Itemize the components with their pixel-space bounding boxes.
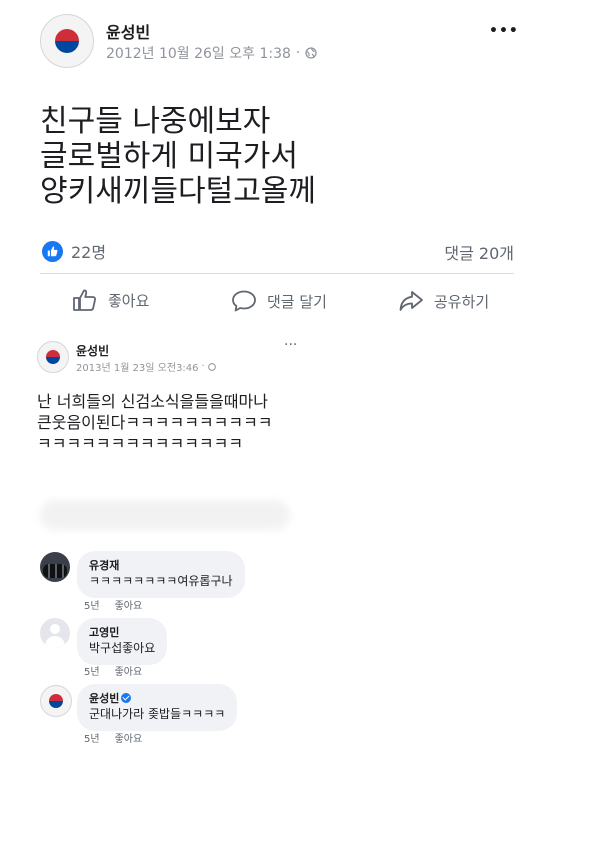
separator-dot: · bbox=[201, 361, 205, 372]
default-avatar-icon bbox=[50, 624, 60, 634]
comment-avatar[interactable] bbox=[40, 618, 70, 648]
separator-dot: · bbox=[295, 45, 301, 61]
post2-text-line: 난 너희들의 신검소식을들을때마나 bbox=[37, 392, 268, 411]
comment-like-link[interactable]: 좋아요 bbox=[115, 597, 143, 612]
globe-icon bbox=[305, 47, 318, 59]
post1-timestamp-row: 2012년 10월 26일 오후 1:38 · bbox=[106, 43, 318, 63]
post1-text-line: 글로벌하게 미국가서 bbox=[40, 139, 298, 174]
default-avatar-body bbox=[45, 636, 65, 648]
comment-bubble-icon bbox=[232, 290, 256, 312]
comment-like-link[interactable]: 좋아요 bbox=[115, 663, 143, 678]
share-button[interactable]: 공유하기 bbox=[398, 289, 489, 313]
korean-flag-icon bbox=[49, 694, 63, 708]
comment-time[interactable]: 5년 bbox=[84, 597, 100, 612]
comment-avatar[interactable] bbox=[40, 552, 70, 582]
like-reaction-icon bbox=[42, 240, 63, 262]
reactions-count: 22명 bbox=[71, 243, 107, 262]
post2-more-options-icon[interactable]: ··· bbox=[284, 337, 297, 353]
comment-meta: 5년 좋아요 bbox=[84, 730, 142, 745]
like-button[interactable]: 좋아요 bbox=[72, 288, 149, 312]
comment-author[interactable]: 유경재 bbox=[89, 558, 233, 573]
comment-text: 박구섭좋아요 bbox=[89, 641, 156, 655]
post2-text-line: 큰웃음이된다ㅋㅋㅋㅋㅋㅋㅋㅋㅋㅋ bbox=[37, 413, 273, 432]
comment-text: ㅋㅋㅋㅋㅋㅋㅋㅋ여유롭구나 bbox=[89, 574, 233, 588]
comment-avatar[interactable] bbox=[40, 685, 72, 717]
comment-time[interactable]: 5년 bbox=[84, 663, 100, 678]
share-arrow-icon bbox=[399, 291, 423, 311]
redacted-blur bbox=[40, 500, 290, 530]
korean-flag-icon bbox=[46, 350, 60, 364]
comment-time[interactable]: 5년 bbox=[84, 730, 100, 745]
comment-like-link[interactable]: 좋아요 bbox=[115, 730, 143, 745]
comments-count[interactable]: 댓글 20개 bbox=[444, 240, 514, 264]
comment-bubble: 유경재 ㅋㅋㅋㅋㅋㅋㅋㅋ여유롭구나 bbox=[77, 551, 245, 598]
post1-text: 친구들 나중에보자 글로벌하게 미국가서 양키새끼들다털고올께 bbox=[40, 104, 316, 209]
group-photo-icon bbox=[43, 564, 67, 578]
post1-text-line: 친구들 나중에보자 bbox=[40, 104, 271, 139]
korean-flag-icon bbox=[55, 29, 79, 53]
post1-author-name[interactable]: 윤성빈 bbox=[106, 19, 150, 43]
post1-divider bbox=[40, 273, 514, 274]
post2-text: 난 너희들의 신검소식을들을때마나 큰웃음이된다ㅋㅋㅋㅋㅋㅋㅋㅋㅋㅋ ㅋㅋㅋㅋㅋ… bbox=[37, 391, 273, 454]
verified-badge-icon bbox=[121, 693, 132, 703]
globe-icon bbox=[207, 362, 216, 371]
thumbs-up-icon bbox=[73, 289, 96, 311]
comment-author[interactable]: 고영민 bbox=[89, 625, 155, 640]
post1-timestamp[interactable]: 2012년 10월 26일 오후 1:38 bbox=[106, 43, 291, 63]
comment-button[interactable]: 댓글 달기 bbox=[231, 289, 327, 313]
comment-button-label: 댓글 달기 bbox=[267, 292, 327, 311]
comment-meta: 5년 좋아요 bbox=[84, 663, 142, 678]
comment-bubble: 고영민 박구섭좋아요 bbox=[77, 618, 168, 665]
post2-text-line: ㅋㅋㅋㅋㅋㅋㅋㅋㅋㅋㅋㅋㅋㅋ bbox=[37, 434, 244, 453]
comment-author-row: 윤성빈 bbox=[89, 691, 225, 706]
post2-author-avatar[interactable] bbox=[37, 341, 69, 373]
comment-text: 군대나가라 좆밥들ㅋㅋㅋㅋ bbox=[89, 707, 226, 721]
post2-author-name[interactable]: 윤성빈 bbox=[76, 342, 109, 359]
like-button-label: 좋아요 bbox=[108, 291, 150, 310]
reactions-summary[interactable]: 22명 bbox=[42, 239, 106, 263]
share-button-label: 공유하기 bbox=[434, 292, 490, 311]
comment-bubble: 윤성빈 군대나가라 좆밥들ㅋㅋㅋㅋ bbox=[77, 684, 238, 731]
post1-author-avatar[interactable] bbox=[40, 14, 94, 68]
post2-timestamp-row: 2013년 1월 23일 오전3:46 · bbox=[76, 359, 216, 374]
post1-text-line: 양키새끼들다털고올께 bbox=[40, 174, 316, 209]
comment-author[interactable]: 윤성빈 bbox=[89, 692, 119, 705]
post2-timestamp[interactable]: 2013년 1월 23일 오전3:46 bbox=[76, 359, 199, 374]
comment-meta: 5년 좋아요 bbox=[84, 597, 142, 612]
post1-more-options-icon[interactable]: ••• bbox=[489, 23, 519, 39]
